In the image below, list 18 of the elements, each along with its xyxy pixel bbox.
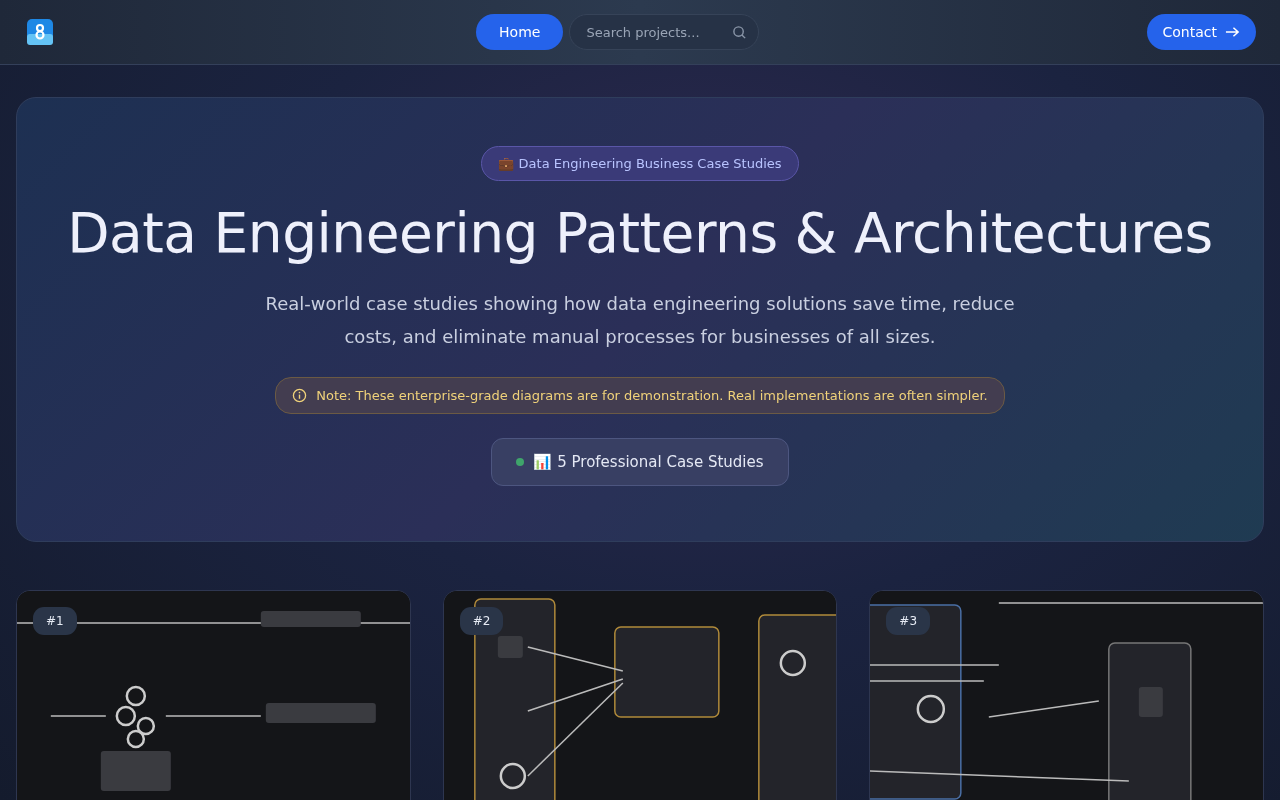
search-field[interactable]: Search projects... <box>569 14 760 50</box>
contact-button[interactable]: Contact <box>1146 14 1256 50</box>
card-number: #2 <box>459 607 504 635</box>
category-badge: 💼 Data Engineering Business Case Studies <box>481 146 799 181</box>
subtitle: Real-world case studies showing how data engineering solutions save time, reduce costs, and eliminate manual processes for businesses of all sizes. <box>264 292 1016 349</box>
page-title: Data Engineering Patterns & Architectures <box>67 201 1213 265</box>
note-text: Note: These enterprise-grade diagrams are for demonstration. Real implementations are often simpler. <box>316 388 988 403</box>
logo-icon[interactable] <box>27 19 53 45</box>
case-study-card[interactable]: #3 <box>869 590 1264 800</box>
stat-label: 📊 5 Professional Case Studies <box>533 453 764 471</box>
info-icon <box>292 388 308 403</box>
case-study-card[interactable]: #2 <box>442 590 838 800</box>
card-number: #1 <box>33 607 77 635</box>
case-study-card[interactable]: #1 <box>16 590 411 800</box>
card-number: #3 <box>886 607 931 635</box>
nav-tab[interactable]: Home <box>476 14 564 50</box>
search-icon <box>732 24 748 40</box>
arrow-icon <box>1225 26 1240 38</box>
